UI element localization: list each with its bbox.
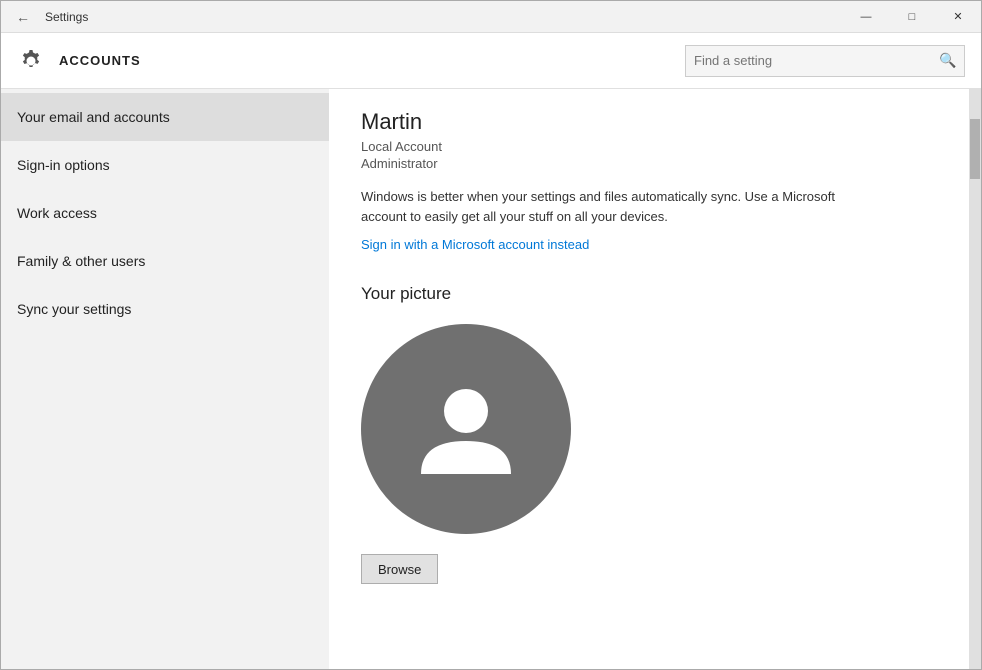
search-icon-button[interactable]: 🔍 bbox=[932, 45, 964, 77]
main-content: Martin Local Account Administrator Windo… bbox=[329, 89, 969, 669]
sidebar-item-label: Your email and accounts bbox=[17, 109, 170, 125]
account-type: Local Account bbox=[361, 139, 937, 154]
sidebar-item-email-accounts[interactable]: Your email and accounts bbox=[1, 93, 329, 141]
search-box: 🔍 bbox=[685, 45, 965, 77]
app-window: ← Settings — □ ✕ ACCOUNTS 🔍 bbox=[0, 0, 982, 670]
header-left: ACCOUNTS bbox=[17, 47, 141, 75]
content-area: Your email and accounts Sign-in options … bbox=[1, 89, 981, 669]
sidebar-item-label: Sync your settings bbox=[17, 301, 131, 317]
sidebar: Your email and accounts Sign-in options … bbox=[1, 89, 329, 669]
window-controls: — □ ✕ bbox=[843, 1, 981, 33]
scrollbar-track[interactable] bbox=[969, 89, 981, 669]
sidebar-item-family-users[interactable]: Family & other users bbox=[1, 237, 329, 285]
close-button[interactable]: ✕ bbox=[935, 1, 981, 33]
account-role: Administrator bbox=[361, 156, 937, 171]
sidebar-item-sign-in-options[interactable]: Sign-in options bbox=[1, 141, 329, 189]
sidebar-item-label: Work access bbox=[17, 205, 97, 221]
scrollbar-thumb[interactable] bbox=[970, 119, 980, 179]
your-picture-title: Your picture bbox=[361, 284, 937, 304]
browse-button[interactable]: Browse bbox=[361, 554, 438, 584]
header-area: ACCOUNTS 🔍 bbox=[1, 33, 981, 89]
user-name: Martin bbox=[361, 109, 937, 135]
search-input[interactable] bbox=[686, 53, 932, 68]
maximize-button[interactable]: □ bbox=[889, 1, 935, 33]
sidebar-item-sync-settings[interactable]: Sync your settings bbox=[1, 285, 329, 333]
window-title: Settings bbox=[45, 10, 88, 24]
minimize-button[interactable]: — bbox=[843, 1, 889, 33]
search-icon: 🔍 bbox=[939, 52, 956, 69]
title-bar: ← Settings — □ ✕ bbox=[1, 1, 981, 33]
avatar bbox=[361, 324, 571, 534]
sidebar-item-label: Family & other users bbox=[17, 253, 145, 269]
avatar-icon bbox=[406, 369, 526, 489]
sync-info: Windows is better when your settings and… bbox=[361, 187, 861, 226]
back-button[interactable]: ← bbox=[9, 3, 37, 31]
sidebar-item-work-access[interactable]: Work access bbox=[1, 189, 329, 237]
ms-account-link[interactable]: Sign in with a Microsoft account instead bbox=[361, 237, 589, 252]
title-bar-left: ← Settings bbox=[9, 3, 88, 31]
sidebar-item-label: Sign-in options bbox=[17, 157, 110, 173]
header-title: ACCOUNTS bbox=[59, 53, 141, 68]
gear-icon bbox=[17, 47, 45, 75]
